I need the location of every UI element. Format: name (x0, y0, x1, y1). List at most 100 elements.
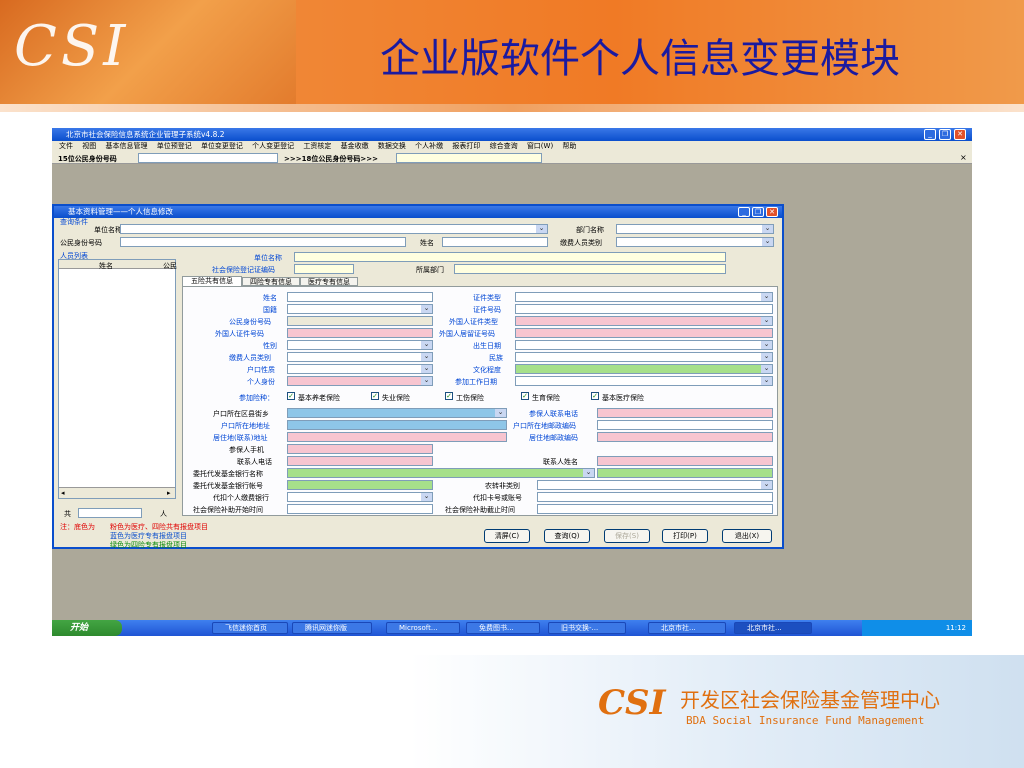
unit-name2-label: 单位名称 (254, 254, 282, 262)
citizen-id-input[interactable] (120, 237, 406, 247)
menu-unit-prereg[interactable]: 单位预登记 (157, 142, 192, 150)
f-work-date-select[interactable] (515, 376, 773, 386)
f-contact-phone-input[interactable] (287, 456, 433, 466)
dialog-titlebar[interactable]: 基本资料管理——个人信息修改 (54, 206, 782, 218)
unit-name-select[interactable] (120, 224, 548, 234)
person-list-table[interactable]: 姓名 公民 ◂ ▸ (58, 259, 177, 499)
f-hukou-zip-input[interactable] (597, 420, 773, 430)
menu-fund[interactable]: 基金收缴 (341, 142, 369, 150)
f-subsidy-start-input[interactable] (287, 504, 433, 514)
col-name-header[interactable]: 姓名 (99, 261, 113, 271)
menu-query[interactable]: 综合查询 (490, 142, 518, 150)
start-button[interactable]: 开始 (52, 620, 122, 636)
list-hscrollbar[interactable]: ◂ ▸ (59, 487, 175, 498)
clear-button[interactable]: 清屏(C) (484, 529, 530, 543)
scroll-right-icon[interactable]: ▸ (167, 489, 171, 497)
f-hukou-addr-input[interactable] (287, 420, 507, 430)
f-hukou-select[interactable] (287, 364, 433, 374)
task-item-beijing-1[interactable]: 北京市社... (648, 622, 726, 634)
task-item-microsoft[interactable]: Microsoft... (386, 622, 460, 634)
f-nationality-select[interactable] (287, 304, 433, 314)
f-personal-bank-select[interactable] (287, 492, 433, 502)
tab-five-insurance[interactable]: 五险共有信息 (182, 276, 242, 286)
f-cert-no-input[interactable] (515, 304, 773, 314)
exit-button-label: 退出(X) (734, 532, 760, 540)
menu-wage[interactable]: 工资核定 (303, 142, 331, 150)
f-pay-type-select[interactable] (287, 352, 433, 362)
menu-report[interactable]: 报表打印 (452, 142, 480, 150)
f-bank-name-select[interactable] (287, 468, 595, 478)
print-button[interactable]: 打印(P) (662, 529, 708, 543)
dialog-restore-icon[interactable]: ❐ (752, 207, 764, 217)
unit-name2-field (294, 252, 726, 262)
menu-file[interactable]: 文件 (59, 142, 73, 150)
insurance-maternity-checkbox[interactable]: ✓ (521, 392, 529, 400)
f-contact-input[interactable] (597, 408, 773, 418)
id18-input[interactable] (396, 153, 542, 163)
exit-button[interactable]: 退出(X) (722, 529, 772, 543)
f-citizen-id-label: 公民身份号码 (229, 318, 271, 326)
menu-help[interactable]: 帮助 (562, 142, 576, 150)
f-identity-select[interactable] (287, 376, 433, 386)
scroll-left-icon[interactable]: ◂ (61, 489, 65, 497)
f-district-select[interactable] (287, 408, 507, 418)
f-mobile-input[interactable] (287, 444, 433, 454)
close-icon[interactable]: ✕ (954, 129, 966, 140)
f-education-select[interactable] (515, 364, 773, 374)
menu-unit-change[interactable]: 单位变更登记 (201, 142, 243, 150)
note-prefix: 注：底色为 (60, 523, 95, 531)
insurance-injury-checkbox[interactable]: ✓ (445, 392, 453, 400)
task-item-exchange[interactable]: 旧书交换-... (548, 622, 626, 634)
menu-basic-info[interactable]: 基本信息管理 (105, 142, 147, 150)
f-gender-select[interactable] (287, 340, 433, 350)
f-foreign-res-no-input[interactable] (515, 328, 773, 338)
restore-icon[interactable]: ❐ (939, 129, 951, 140)
f-work-date-label: 参加工作日期 (455, 378, 497, 386)
f-personal-bank-label: 代扣个人缴费银行 (213, 494, 269, 502)
col-id-header[interactable]: 公民 (163, 261, 177, 271)
name-input[interactable] (442, 237, 548, 247)
task-item-books[interactable]: 免费图书... (466, 622, 540, 634)
tab-four-insurance[interactable]: 四险专有信息 (242, 277, 300, 286)
menu-view[interactable]: 视图 (82, 142, 96, 150)
menu-window[interactable]: 窗口(W) (527, 142, 553, 150)
f-birth-select[interactable] (515, 340, 773, 350)
f-farmer-type-select[interactable] (537, 480, 773, 490)
f-ethnic-select[interactable] (515, 352, 773, 362)
id15-input[interactable] (138, 153, 278, 163)
minimize-icon[interactable]: _ (924, 129, 936, 140)
f-contact-name-input[interactable] (597, 456, 773, 466)
dept-name-select[interactable] (616, 224, 774, 234)
task-item-feixin[interactable]: 飞信迷你首页 (212, 622, 288, 634)
idbar-close-icon[interactable]: × (960, 153, 967, 162)
menu-person-supplement[interactable]: 个人补缴 (415, 142, 443, 150)
tab-medical[interactable]: 医疗专有信息 (300, 277, 358, 286)
dialog-minimize-icon[interactable]: _ (738, 207, 750, 217)
insurance-medical-checkbox[interactable]: ✓ (591, 392, 599, 400)
f-card-no-input[interactable] (537, 492, 773, 502)
insurance-pension-checkbox[interactable]: ✓ (287, 392, 295, 400)
menu-person-change[interactable]: 个人变更登记 (252, 142, 294, 150)
menu-data-exchange[interactable]: 数据交换 (378, 142, 406, 150)
f-foreign-cert-no-input[interactable] (287, 328, 433, 338)
task-item-beijing-2[interactable]: 北京市社... (734, 622, 812, 634)
f-cert-type-select[interactable] (515, 292, 773, 302)
f-bank-acct-input[interactable] (287, 480, 433, 490)
query-button[interactable]: 查询(Q) (544, 529, 590, 543)
dept-name-label: 部门名称 (576, 226, 604, 234)
insurance-unemployment-checkbox[interactable]: ✓ (371, 392, 379, 400)
f-subsidy-end-input[interactable] (537, 504, 773, 514)
f-bank-name-extra[interactable] (597, 468, 773, 478)
dialog-close-icon[interactable]: ✕ (766, 207, 778, 217)
save-button[interactable]: 保存(S) (604, 529, 650, 543)
f-res-zip-input[interactable] (597, 432, 773, 442)
social-reg-label: 社会保险登记证编码 (212, 266, 275, 274)
task-item-tencent[interactable]: 腾讯网迷你版 (292, 622, 372, 634)
window-titlebar[interactable]: 北京市社会保险信息系统企业管理子系统v4.8.2 (52, 128, 972, 141)
f-foreign-cert-type-select[interactable] (515, 316, 773, 326)
f-res-addr-input[interactable] (287, 432, 507, 442)
f-mobile-label: 参保人手机 (229, 446, 264, 454)
f-name-input[interactable] (287, 292, 433, 302)
pay-type-select[interactable] (616, 237, 774, 247)
id18-label: >>>18位公民身份号码>>> (284, 155, 378, 163)
